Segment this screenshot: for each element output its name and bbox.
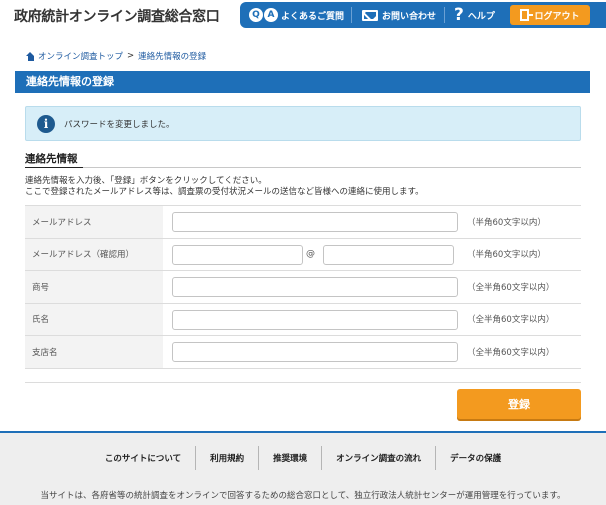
form-row-email: メールアドレス （半角60文字以内）: [25, 206, 581, 239]
name-label: 氏名: [25, 303, 163, 335]
form-row-company: 商号 （全半角60文字以内）: [25, 271, 581, 304]
footer-link-flow[interactable]: オンライン調査の流れ: [322, 446, 437, 470]
contact-form: メールアドレス （半角60文字以内） メールアドレス（確認用） @ （半角60文…: [25, 205, 581, 383]
section-description: 連絡先情報を入力後、「登録」ボタンをクリックしてください。 ここで登録されたメー…: [25, 176, 424, 198]
email-input[interactable]: [172, 212, 458, 232]
form-row-email-confirm: メールアドレス（確認用） @ （半角60文字以内）: [25, 238, 581, 271]
footer-link-about[interactable]: このサイトについて: [91, 446, 197, 470]
breadcrumb-home[interactable]: オンライン調査トップ: [38, 50, 123, 62]
name-input[interactable]: [172, 309, 458, 330]
email-confirm-field-cell: @ （半角60文字以内）: [163, 239, 581, 271]
name-field-cell: （全半角60文字以内）: [163, 304, 581, 336]
notice-message: i パスワードを変更しました。: [25, 106, 581, 141]
email-confirm-local-input[interactable]: [172, 244, 303, 265]
faq-label: よくあるご質問: [281, 11, 345, 22]
email-label: メールアドレス: [25, 206, 163, 238]
qa-icon: QA: [249, 8, 278, 22]
email-hint: （半角60文字以内）: [467, 217, 546, 228]
footer-note: 当サイトは、各府省等の統計調査をオンラインで回答するための総合窓口として、独立行…: [40, 491, 566, 501]
form-divider: [25, 369, 581, 383]
breadcrumb-separator: >: [127, 51, 135, 61]
breadcrumb-current[interactable]: 連絡先情報の登録: [138, 50, 206, 62]
footer-link-environment[interactable]: 推奨環境: [259, 446, 323, 470]
logout-icon: [520, 9, 534, 21]
notice-text: パスワードを変更しました。: [64, 119, 175, 130]
branch-label: 支店名: [25, 336, 163, 368]
at-sign: @: [306, 249, 315, 260]
nav-divider: [351, 7, 352, 23]
contact-label: お問い合わせ: [382, 11, 437, 22]
help-label: ヘルプ: [467, 11, 495, 22]
logout-label: ログアウト: [534, 11, 580, 22]
site-title[interactable]: 政府統計オンライン調査総合窓口: [14, 6, 220, 26]
branch-hint: （全半角60文字以内）: [467, 347, 555, 358]
logout-button[interactable]: ログアウト: [510, 5, 590, 25]
mail-icon: [362, 9, 378, 21]
description-line-2: ここで登録されたメールアドレス等は、調査票の受付状況メールの送信など皆様への連絡…: [25, 187, 424, 197]
branch-field-cell: （全半角60文字以内）: [163, 336, 581, 368]
email-confirm-hint: （半角60文字以内）: [467, 250, 546, 261]
help-icon: ?: [454, 4, 464, 25]
company-input[interactable]: [172, 277, 458, 297]
name-hint: （全半角60文字以内）: [467, 315, 555, 326]
footer-links: このサイトについて 利用規約 推奨環境 オンライン調査の流れ データの保護: [0, 446, 606, 470]
form-row-branch: 支店名 （全半角60文字以内）: [25, 336, 581, 369]
page-title: 連絡先情報の登録: [15, 71, 590, 93]
faq-link[interactable]: QA よくあるご質問: [249, 6, 344, 24]
home-icon: [26, 51, 35, 61]
company-field-cell: （全半角60文字以内）: [163, 271, 581, 303]
nav-divider: [444, 7, 445, 23]
help-link[interactable]: ? ヘルプ: [454, 6, 495, 24]
footer-link-privacy[interactable]: データの保護: [436, 446, 515, 470]
breadcrumb: オンライン調査トップ > 連絡先情報の登録: [26, 50, 206, 62]
section-title: 連絡先情報: [25, 151, 581, 168]
branch-input[interactable]: [172, 342, 458, 362]
register-button[interactable]: 登録: [457, 389, 581, 419]
email-confirm-label: メールアドレス（確認用）: [25, 238, 163, 270]
info-icon: i: [37, 114, 55, 133]
contact-link[interactable]: お問い合わせ: [362, 6, 436, 24]
email-field-cell: （半角60文字以内）: [163, 206, 581, 238]
company-hint: （全半角60文字以内）: [467, 282, 555, 293]
header: 政府統計オンライン調査総合窓口 QA よくあるご質問 お問い合わせ ? ヘルプ …: [0, 0, 606, 38]
footer: このサイトについて 利用規約 推奨環境 オンライン調査の流れ データの保護 当サ…: [0, 431, 606, 505]
company-label: 商号: [25, 271, 163, 303]
footer-link-terms[interactable]: 利用規約: [196, 446, 260, 470]
form-row-name: 氏名 （全半角60文字以内）: [25, 303, 581, 336]
description-line-1: 連絡先情報を入力後、「登録」ボタンをクリックしてください。: [25, 176, 267, 186]
email-confirm-domain-input[interactable]: [323, 244, 454, 265]
